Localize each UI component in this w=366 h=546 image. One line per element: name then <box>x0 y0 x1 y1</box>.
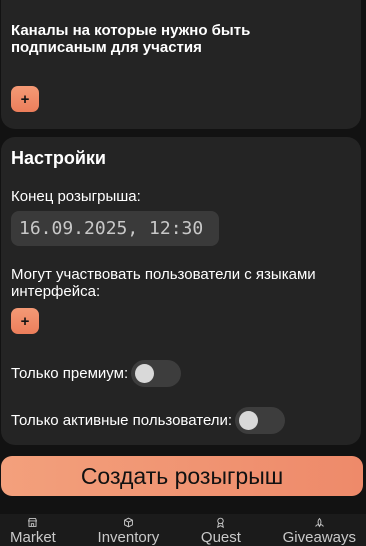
tab-label: Quest <box>201 529 241 546</box>
medal-icon <box>214 517 227 528</box>
end-date-input[interactable]: 16.09.2025, 12:30 <box>11 211 219 246</box>
toggle-knob <box>135 364 154 383</box>
active-only-row: Только активные пользователи: <box>11 407 285 434</box>
add-channel-button[interactable]: + <box>11 86 39 112</box>
active-only-toggle[interactable] <box>235 407 285 434</box>
tab-label: Market <box>10 529 56 546</box>
tab-label: Inventory <box>98 529 160 546</box>
bottom-tabbar: Market Inventory Quest Giveaways <box>0 514 366 546</box>
languages-label: Могут участвовать пользователи с языками… <box>11 266 356 300</box>
premium-only-row: Только премиум: <box>11 360 181 387</box>
settings-card: Настройки Конец розыгрыша: 16.09.2025, 1… <box>1 137 361 445</box>
tab-market[interactable]: Market <box>10 514 56 546</box>
box-icon <box>122 517 135 528</box>
tab-giveaways[interactable]: Giveaways <box>283 514 356 546</box>
premium-only-toggle[interactable] <box>131 360 181 387</box>
settings-title: Настройки <box>11 148 106 169</box>
active-only-label: Только активные пользователи: <box>11 412 232 429</box>
tab-inventory[interactable]: Inventory <box>98 514 160 546</box>
store-icon <box>26 517 39 528</box>
premium-only-label: Только премиум: <box>11 365 128 382</box>
create-giveaway-button[interactable]: Создать розыгрыш <box>1 456 363 496</box>
gift-icon <box>313 517 326 528</box>
add-language-button[interactable]: + <box>11 308 39 334</box>
tab-label: Giveaways <box>283 529 356 546</box>
toggle-knob <box>239 411 258 430</box>
end-date-label: Конец розыгрыша: <box>11 188 141 205</box>
channels-title: Каналы на которые нужно быть подписаным … <box>11 22 311 56</box>
channels-card: Каналы на которые нужно быть подписаным … <box>1 0 361 129</box>
tab-quest[interactable]: Quest <box>201 514 241 546</box>
